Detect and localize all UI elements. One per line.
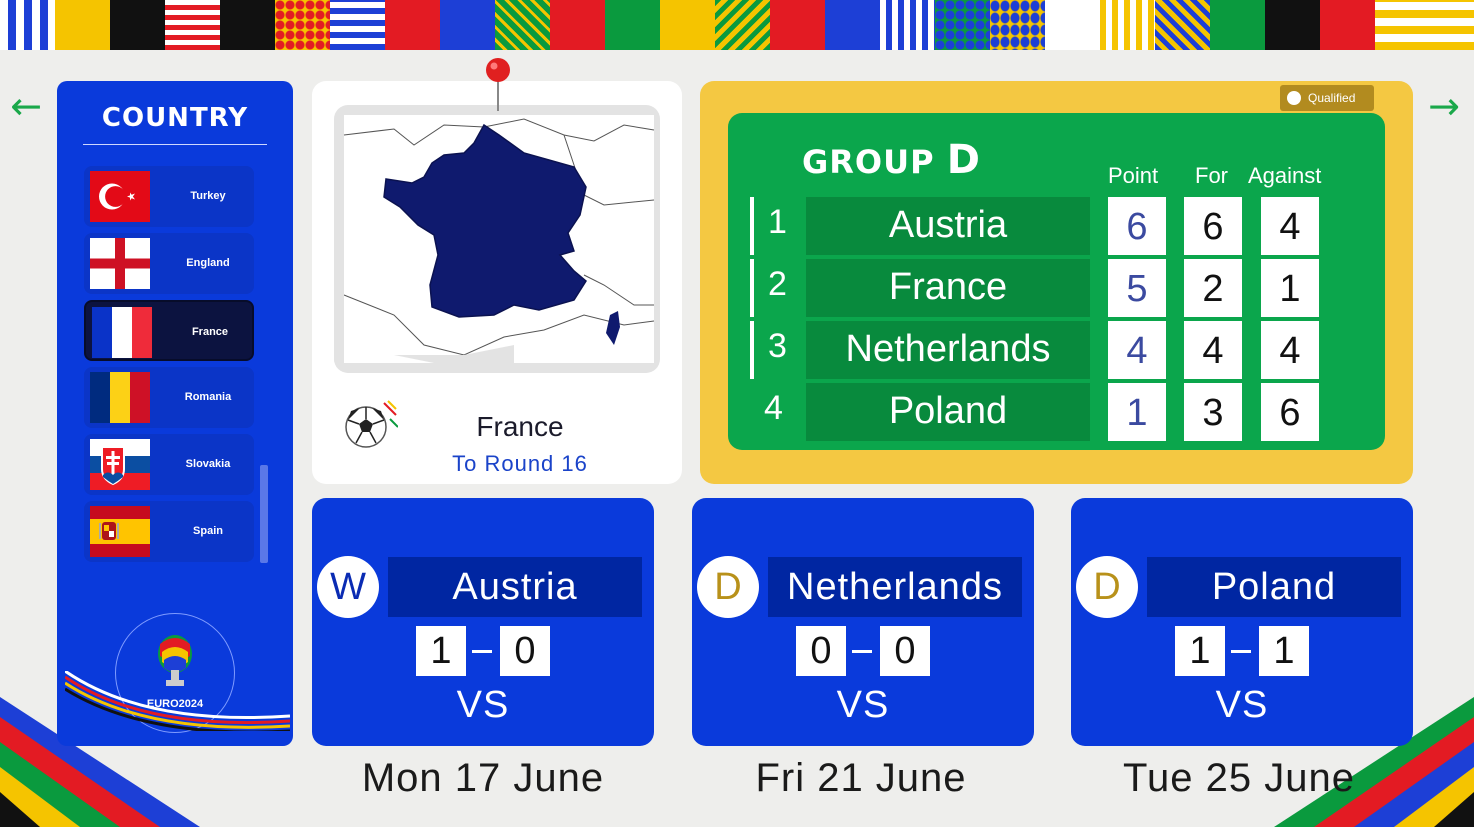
match-opponent: Netherlands [768, 557, 1022, 617]
group-table: GROUP D Point For Against 1 Austria 6 6 … [728, 113, 1385, 450]
country-item-romania[interactable]: Romania [84, 367, 254, 428]
country-item-france[interactable]: France [84, 300, 254, 361]
country-map-card: France To Round 16 [312, 58, 682, 484]
spain-flag-icon [90, 506, 150, 557]
arrow-left-icon[interactable]: ← [6, 86, 46, 126]
score-separator [472, 650, 492, 653]
match-date-2: Fri 21 June [755, 756, 967, 800]
arrow-right-icon[interactable]: → [1424, 86, 1464, 126]
table-row-rank: 4 [764, 389, 783, 427]
table-row-for: 3 [1184, 383, 1242, 441]
table-row-rank: 2 [750, 259, 790, 317]
romania-flag-icon [90, 372, 150, 423]
country-panel: COUNTRY Turkey England France Romania Sl… [57, 81, 293, 746]
table-row-against: 4 [1261, 321, 1319, 379]
table-row-team: Austria [806, 197, 1090, 255]
table-row-point: 5 [1108, 259, 1166, 317]
match-score-away: 1 [1259, 626, 1309, 676]
table-row-rank: 1 [750, 197, 790, 255]
england-flag-icon [90, 238, 150, 289]
country-item-turkey[interactable]: Turkey [84, 166, 254, 227]
table-row-team: France [806, 259, 1090, 317]
country-name: Turkey [190, 190, 226, 202]
match-score-home: 0 [796, 626, 846, 676]
match-result-badge: D [1076, 556, 1138, 618]
match-result-badge: D [697, 556, 759, 618]
score-separator [852, 650, 872, 653]
turkey-flag-icon [90, 171, 150, 222]
table-row-against: 4 [1261, 197, 1319, 255]
group-letter: D [946, 137, 981, 183]
match-card-3: D Poland 1 1 VS [1071, 498, 1413, 746]
column-header-point: Point [1108, 163, 1159, 188]
country-name: France [191, 326, 229, 338]
country-item-spain[interactable]: Spain [84, 501, 254, 562]
country-name: Romania [184, 391, 232, 403]
table-row-rank: 3 [750, 321, 790, 379]
match-result-badge: W [317, 556, 379, 618]
group-title-label: GROUP [802, 143, 935, 181]
table-row-point: 6 [1108, 197, 1166, 255]
match-opponent: Poland [1147, 557, 1401, 617]
match-vs-label: VS [836, 684, 890, 726]
match-score-away: 0 [880, 626, 930, 676]
country-panel-title: COUNTRY [101, 103, 249, 133]
table-row-team: Netherlands [806, 321, 1090, 379]
column-header-for: For [1195, 163, 1228, 188]
match-score-home: 1 [416, 626, 466, 676]
selected-country-status: To Round 16 [452, 451, 588, 476]
qualified-dot-icon [1287, 91, 1301, 105]
football-icon [345, 400, 398, 448]
table-row-point: 1 [1108, 383, 1166, 441]
score-separator [1231, 650, 1251, 653]
column-header-against: Against [1248, 163, 1322, 188]
logo-ribbon-decoration [65, 671, 290, 731]
qualified-legend-label: Qualified [1308, 91, 1356, 105]
divider [83, 144, 267, 145]
slovakia-flag-icon [90, 439, 150, 490]
match-date-3: Tue 25 June [1123, 756, 1355, 800]
country-list-scrollbar[interactable] [260, 465, 268, 563]
country-list: Turkey England France Romania Slovakia S… [84, 166, 254, 568]
match-score-home: 1 [1175, 626, 1225, 676]
table-row-for: 2 [1184, 259, 1242, 317]
table-row-for: 4 [1184, 321, 1242, 379]
table-row-against: 6 [1261, 383, 1319, 441]
country-map [334, 105, 660, 373]
table-row-for: 6 [1184, 197, 1242, 255]
qualified-legend-badge: Qualified [1280, 85, 1374, 111]
match-vs-label: VS [456, 684, 510, 726]
group-standings-card: Qualified GROUP D Point For Against 1 Au… [700, 81, 1413, 484]
france-flag-icon [92, 307, 152, 358]
match-card-1: W Austria 1 0 VS [312, 498, 654, 746]
match-score-away: 0 [500, 626, 550, 676]
country-name: Spain [193, 525, 223, 537]
match-card-2: D Netherlands 0 0 VS [692, 498, 1034, 746]
group-title: GROUP D [802, 137, 981, 183]
match-date-1: Mon 17 June [361, 756, 605, 800]
country-item-england[interactable]: England [84, 233, 254, 294]
match-vs-label: VS [1215, 684, 1269, 726]
map-pin-icon [486, 58, 510, 111]
table-row-point: 4 [1108, 321, 1166, 379]
selected-country-name: France [476, 411, 564, 442]
match-opponent: Austria [388, 557, 642, 617]
country-name: England [186, 257, 230, 269]
country-name: Slovakia [185, 458, 231, 470]
table-row-team: Poland [806, 383, 1090, 441]
country-item-slovakia[interactable]: Slovakia [84, 434, 254, 495]
table-row-against: 1 [1261, 259, 1319, 317]
top-decorative-banner [0, 0, 1474, 50]
